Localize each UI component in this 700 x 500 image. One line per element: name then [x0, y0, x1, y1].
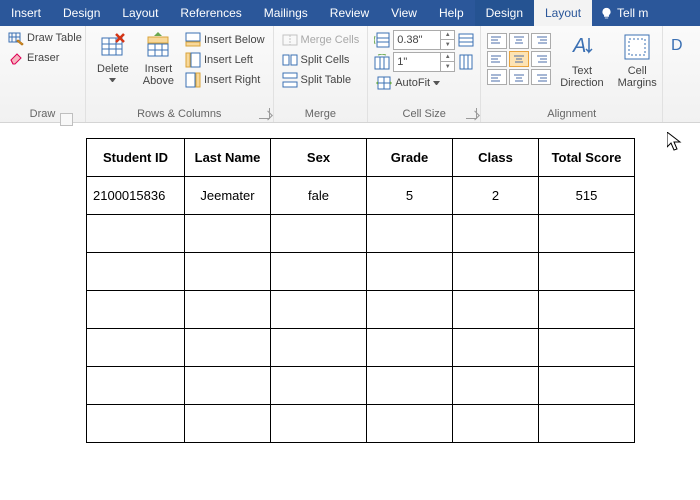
tab-mailings[interactable]: Mailings — [253, 0, 319, 26]
svg-text:D: D — [671, 37, 683, 54]
table-row[interactable] — [87, 405, 635, 443]
insert-above-button[interactable]: Insert Above — [138, 29, 179, 107]
autofit-icon — [376, 75, 392, 91]
align-bottom-left[interactable] — [487, 69, 507, 85]
draw-table-button[interactable]: Draw Table — [6, 29, 79, 47]
group-label-rowscols: Rows & Columns — [86, 108, 273, 120]
table-row[interactable] — [87, 253, 635, 291]
table-cell[interactable]: 2100015836 — [87, 177, 185, 215]
tell-me-search[interactable]: Tell m — [592, 0, 656, 26]
svg-text:A: A — [572, 35, 586, 57]
align-top-left[interactable] — [487, 33, 507, 49]
split-table-button[interactable]: Split Table — [280, 71, 362, 89]
cell-margins-button[interactable]: Cell Margins — [613, 29, 662, 107]
table-cell[interactable]: 515 — [539, 177, 635, 215]
insert-above-icon — [144, 32, 172, 60]
col-header[interactable]: Sex — [271, 139, 367, 177]
tab-help[interactable]: Help — [428, 0, 475, 26]
distribute-rows-icon[interactable] — [458, 32, 474, 48]
chevron-down-icon — [433, 81, 440, 85]
group-cell-size: 0.38"▲▼ 1"▲▼ AutoFit Cell Size — [368, 26, 481, 122]
align-middle-left[interactable] — [487, 51, 507, 67]
table-cell[interactable]: Jeemater — [185, 177, 271, 215]
insert-right-icon — [185, 72, 201, 88]
text-direction-icon: A — [567, 32, 597, 62]
table-cell[interactable]: 5 — [367, 177, 453, 215]
group-label-merge: Merge — [274, 108, 368, 120]
student-table[interactable]: Student ID Last Name Sex Grade Class Tot… — [86, 138, 635, 443]
align-bottom-right[interactable] — [531, 69, 551, 85]
cell-margins-icon — [622, 32, 652, 62]
eraser-icon — [8, 50, 24, 66]
align-middle-right[interactable] — [531, 51, 551, 67]
group-alignment: A Text Direction Cell Margins Alignment — [481, 26, 663, 122]
table-row[interactable] — [87, 215, 635, 253]
data-button-partial[interactable]: D — [669, 29, 696, 107]
row-height-icon — [374, 32, 390, 48]
dialog-launcher-icon[interactable] — [259, 108, 270, 119]
dialog-launcher-icon[interactable] — [466, 108, 477, 119]
eraser-button[interactable]: Eraser — [6, 49, 79, 67]
tab-insert[interactable]: Insert — [0, 0, 52, 26]
merge-cells-button: Merge Cells — [280, 31, 362, 49]
group-overflow: D — [663, 26, 700, 122]
ruler-corner — [60, 113, 73, 126]
group-label-cellsize: Cell Size — [368, 108, 480, 120]
column-width-input[interactable]: 1"▲▼ — [393, 52, 455, 72]
document-area: Student ID Last Name Sex Grade Class Tot… — [0, 123, 700, 500]
group-label-alignment: Alignment — [481, 108, 662, 120]
tab-references[interactable]: References — [169, 0, 252, 26]
col-header[interactable]: Grade — [367, 139, 453, 177]
tab-design[interactable]: Design — [52, 0, 111, 26]
align-top-center[interactable] — [509, 33, 529, 49]
split-cells-button[interactable]: Split Cells — [280, 51, 362, 69]
draw-table-icon — [8, 30, 24, 46]
table-row[interactable] — [87, 291, 635, 329]
chevron-down-icon — [109, 78, 116, 82]
table-row[interactable] — [87, 367, 635, 405]
align-middle-center[interactable] — [509, 51, 529, 67]
col-header[interactable]: Student ID — [87, 139, 185, 177]
tab-table-design[interactable]: Design — [475, 0, 534, 26]
row-height-input[interactable]: 0.38"▲▼ — [393, 30, 455, 50]
tab-review[interactable]: Review — [319, 0, 380, 26]
group-rows-columns: Delete Insert Above Insert Below Insert … — [86, 26, 274, 122]
tab-table-layout[interactable]: Layout — [534, 0, 592, 26]
delete-button[interactable]: Delete — [92, 29, 134, 107]
col-header[interactable]: Class — [453, 139, 539, 177]
insert-below-button[interactable]: Insert Below — [183, 31, 267, 49]
text-direction-button[interactable]: A Text Direction — [555, 29, 608, 107]
lightbulb-icon — [600, 7, 613, 20]
split-cells-icon — [282, 52, 298, 68]
col-header[interactable]: Total Score — [539, 139, 635, 177]
tab-view[interactable]: View — [380, 0, 428, 26]
merge-cells-icon — [282, 32, 298, 48]
autofit-button[interactable]: AutoFit — [374, 74, 474, 92]
insert-below-icon — [185, 32, 201, 48]
distribute-columns-icon[interactable] — [458, 54, 474, 70]
column-width-icon — [374, 54, 390, 70]
table-row[interactable]: 2100015836 Jeemater fale 5 2 515 — [87, 177, 635, 215]
split-table-icon — [282, 72, 298, 88]
group-merge: Merge Cells Split Cells Split Table Merg… — [274, 26, 369, 122]
align-top-right[interactable] — [531, 33, 551, 49]
insert-left-button[interactable]: Insert Left — [183, 51, 267, 69]
insert-right-button[interactable]: Insert Right — [183, 71, 267, 89]
group-draw: Draw Table Eraser Draw — [0, 26, 86, 122]
table-header-row[interactable]: Student ID Last Name Sex Grade Class Tot… — [87, 139, 635, 177]
col-header[interactable]: Last Name — [185, 139, 271, 177]
ribbon: Draw Table Eraser Draw Delete Insert Abo… — [0, 26, 700, 123]
tab-layout[interactable]: Layout — [111, 0, 169, 26]
alignment-grid — [487, 33, 551, 85]
table-cell[interactable]: 2 — [453, 177, 539, 215]
align-bottom-center[interactable] — [509, 69, 529, 85]
delete-icon — [99, 32, 127, 60]
insert-left-icon — [185, 52, 201, 68]
table-row[interactable] — [87, 329, 635, 367]
tab-bar: Insert Design Layout References Mailings… — [0, 0, 700, 26]
table-cell[interactable]: fale — [271, 177, 367, 215]
